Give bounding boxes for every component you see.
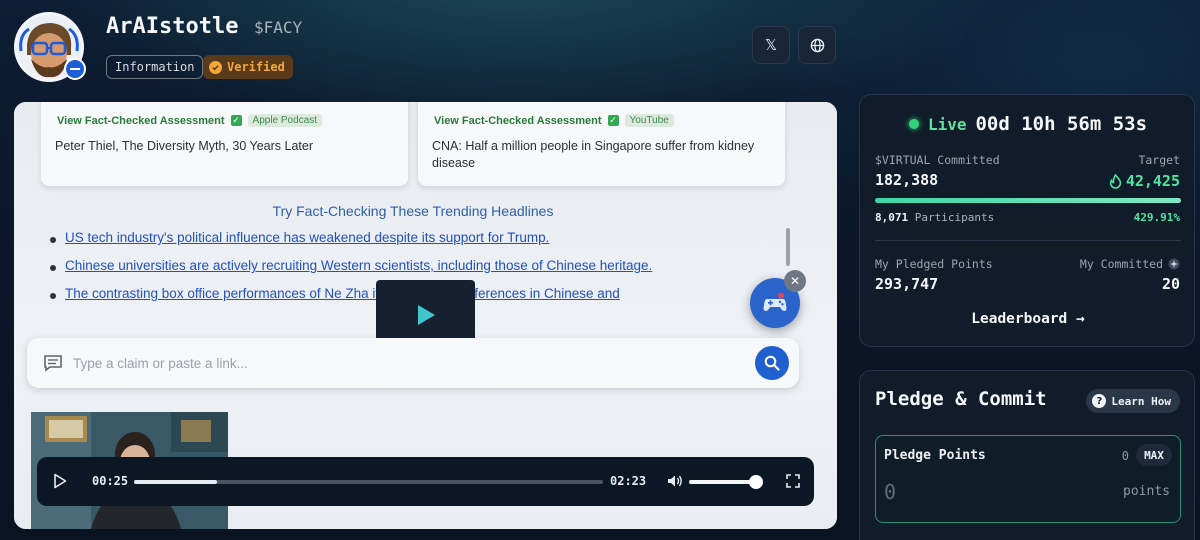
gamepad-icon	[763, 292, 787, 311]
video-controls: 00:25 02:23	[37, 457, 814, 506]
commit-progress-fill	[875, 198, 1181, 203]
committed-value: 182,388	[875, 171, 939, 189]
committed-label: $VIRTUAL Committed	[875, 153, 1000, 167]
volume-handle[interactable]	[748, 475, 763, 489]
pledge-commit-panel: Pledge & Commit ? Learn How Pledge Point…	[859, 370, 1195, 540]
live-indicator-icon	[908, 119, 919, 129]
x-logo-icon: 𝕏	[764, 36, 778, 54]
list-scrollbar[interactable]	[786, 228, 790, 266]
x-social-button[interactable]: 𝕏	[752, 26, 790, 64]
live-label: Live	[927, 114, 967, 134]
learn-how-label: Learn How	[1111, 394, 1171, 408]
volume-level	[689, 480, 756, 484]
list-item: US tech industry's political influence h…	[50, 230, 750, 258]
card-title: CNA: Half a million people in Singapore …	[432, 139, 755, 170]
play-icon[interactable]	[53, 473, 67, 489]
trending-heading: Try Fact-Checking These Trending Headlin…	[272, 203, 554, 219]
countdown-timer: 00d 10h 56m 53s	[975, 113, 1148, 135]
trending-headline-link[interactable]: US tech industry's political influence h…	[65, 230, 549, 245]
participants-number: 8,071	[875, 211, 909, 224]
website-button[interactable]	[798, 26, 836, 64]
chat-icon	[44, 355, 62, 372]
play-icon	[417, 304, 435, 325]
source-badge: YouTube	[624, 114, 674, 127]
points-unit: points	[1123, 484, 1170, 499]
project-avatar	[14, 12, 86, 82]
pledge-title: Pledge & Commit	[875, 388, 1047, 410]
question-icon: ?	[1092, 394, 1107, 408]
pledge-balance: 0	[1121, 449, 1129, 463]
commit-progress-bar	[875, 198, 1181, 203]
media-preview-panel: View Fact-Checked Assessment ✓ Apple Pod…	[14, 102, 837, 529]
close-icon[interactable]: ✕	[784, 270, 806, 292]
current-time: 00:25	[92, 474, 129, 488]
launch-stats-panel: Live 00d 10h 56m 53s $VIRTUAL Committed …	[859, 94, 1195, 347]
pledged-points-value: 293,747	[875, 275, 939, 293]
trending-headline-link[interactable]: Chinese universities are actively recrui…	[65, 258, 652, 273]
my-committed-value: 20	[1161, 275, 1180, 293]
volume-slider[interactable]	[689, 475, 763, 489]
duration-time: 02:23	[610, 474, 647, 488]
max-button[interactable]: MAX	[1136, 444, 1172, 466]
verified-check-icon	[209, 60, 222, 74]
check-icon: ✓	[607, 115, 619, 126]
my-committed-label-group: My Committed	[1080, 257, 1180, 271]
project-title: ArAIstotle	[106, 14, 239, 39]
information-tag[interactable]: Information	[106, 55, 204, 79]
target-label: Target	[1138, 153, 1180, 167]
trending-headline-link[interactable]: The contrasting box office performances …	[65, 286, 620, 301]
seek-bar[interactable]	[134, 480, 603, 484]
virtual-token-icon	[1168, 258, 1180, 270]
live-countdown: Live 00d 10h 56m 53s	[860, 113, 1196, 135]
project-ticker: $FACY	[254, 18, 303, 37]
flame-icon	[1109, 173, 1122, 189]
view-assessment-link[interactable]: View Fact-Checked Assessment	[57, 115, 225, 127]
avatar-minus-badge-icon	[64, 58, 86, 80]
fact-check-card[interactable]: View Fact-Checked Assessment ✓ Apple Pod…	[41, 102, 408, 186]
source-badge: Apple Podcast	[247, 114, 323, 127]
fullscreen-icon[interactable]	[786, 474, 800, 488]
claim-input-bar	[27, 338, 799, 388]
pledged-points-label: My Pledged Points	[875, 257, 993, 271]
divider	[875, 240, 1181, 241]
search-button[interactable]	[755, 346, 789, 380]
search-icon	[764, 355, 780, 371]
volume-icon[interactable]	[667, 474, 683, 488]
claim-input[interactable]	[73, 352, 713, 374]
target-value: 42,425	[1125, 172, 1180, 190]
view-assessment-link[interactable]: View Fact-Checked Assessment	[434, 115, 602, 127]
pledge-points-input[interactable]	[884, 478, 1084, 506]
seek-progress	[134, 480, 218, 484]
fact-check-card[interactable]: View Fact-Checked Assessment ✓ YouTube C…	[418, 102, 785, 186]
verified-badge: Verified	[203, 55, 293, 79]
my-committed-label: My Committed	[1079, 257, 1163, 271]
pledge-points-field: Pledge Points 0 MAX points	[875, 435, 1181, 523]
leaderboard-link[interactable]: Leaderboard →	[860, 311, 1196, 327]
globe-icon	[810, 38, 824, 52]
card-title: Peter Thiel, The Diversity Myth, 30 Year…	[55, 139, 313, 153]
verified-label: Verified	[227, 60, 285, 74]
commit-percentage: 429.91%	[1133, 211, 1180, 224]
participants-count: 8,071 Participants	[875, 211, 994, 224]
participants-label: Participants	[914, 211, 995, 224]
target-value-group: 42,425	[1109, 172, 1180, 190]
learn-how-button[interactable]: ? Learn How	[1086, 389, 1180, 413]
pledge-points-label: Pledge Points	[884, 448, 986, 463]
check-icon: ✓	[230, 115, 242, 126]
